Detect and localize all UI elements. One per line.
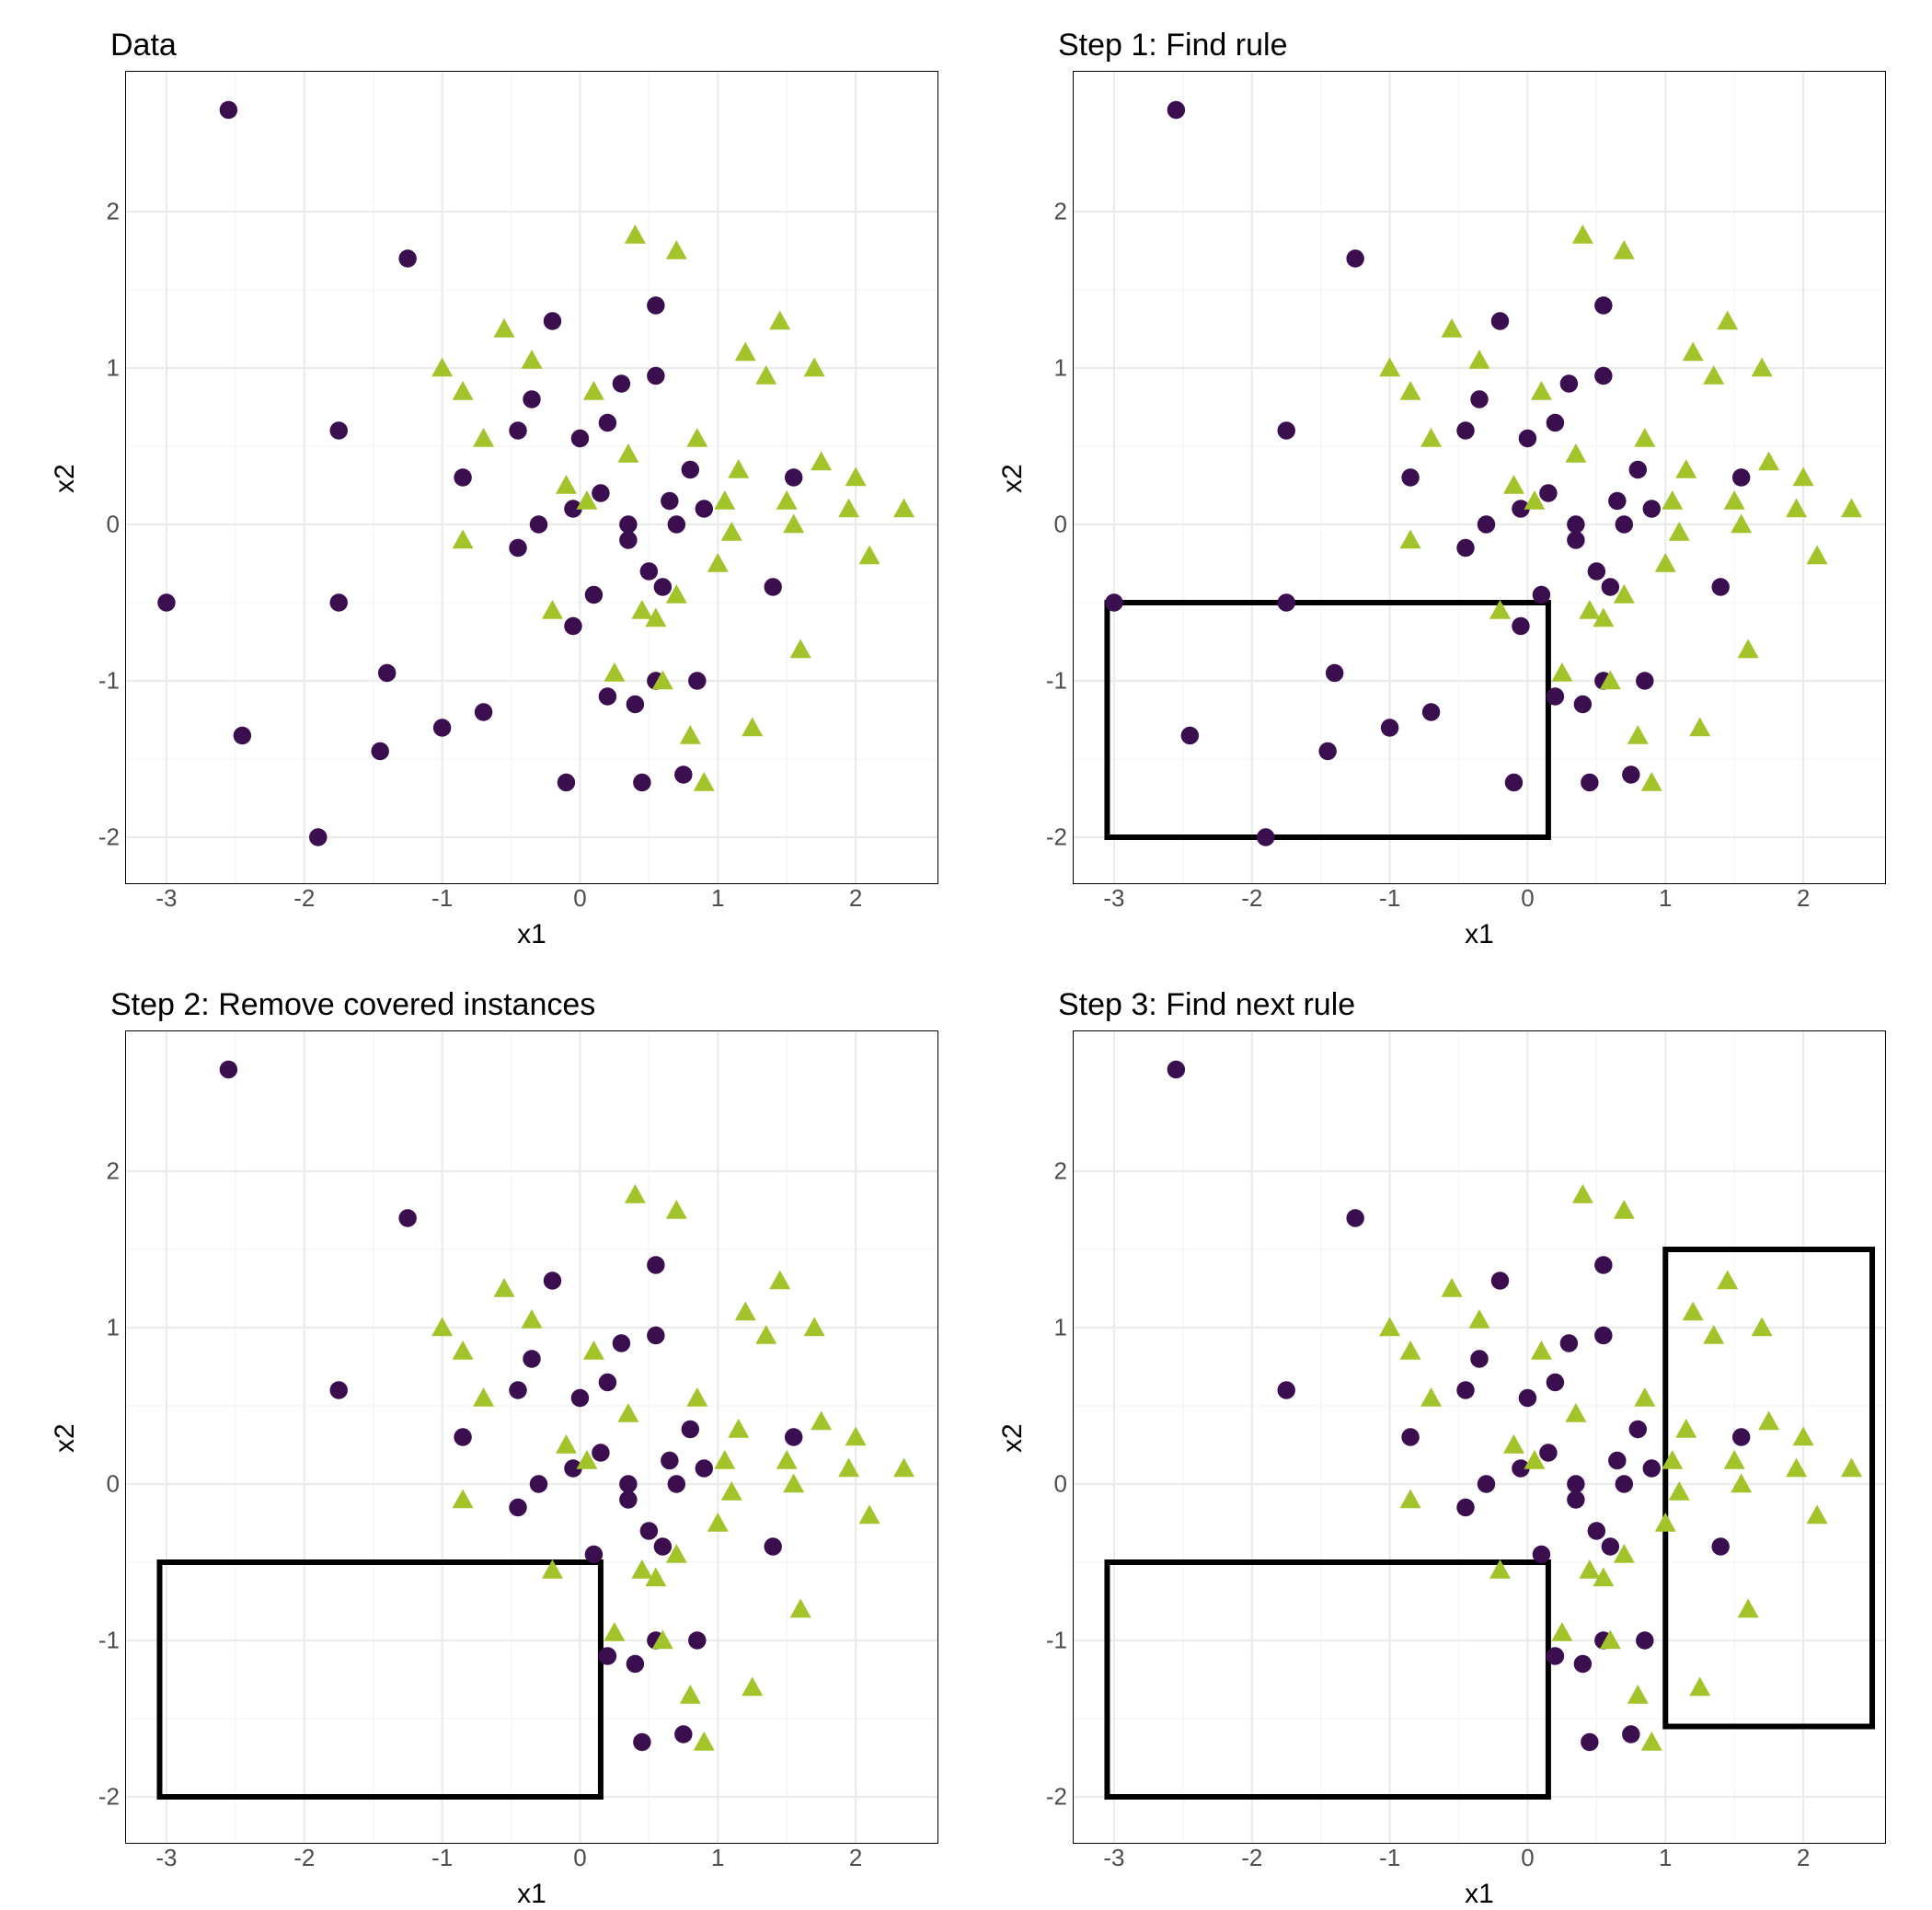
y-axis-label: x2 xyxy=(994,1030,1032,1846)
y-tick-label: 2 xyxy=(107,1156,120,1185)
x-axis-label: x1 xyxy=(1073,917,1886,950)
y-tick-label: -2 xyxy=(1046,823,1067,852)
x-tick-label: 0 xyxy=(1521,884,1534,913)
x-tick-label: 0 xyxy=(573,1844,586,1872)
panel-1: Step 1: Find rule x2 -2 -1 0 1 2 -3 -2 -1 0 1 2 x… xyxy=(994,28,1886,950)
y-tick-label: -2 xyxy=(1046,1783,1067,1812)
x-tick-label: -3 xyxy=(155,1844,177,1872)
y-tick-label: 0 xyxy=(107,1470,120,1499)
x-tick-label: 2 xyxy=(1797,884,1810,913)
x-tick-label: 1 xyxy=(711,884,724,913)
x-tick-label: -1 xyxy=(431,884,453,913)
x-tick-row: -3 -2 -1 0 1 2 xyxy=(1073,884,1886,917)
x-tick-label: -2 xyxy=(1241,1844,1262,1872)
panel-title: Data xyxy=(110,28,938,63)
y-axis-label: x2 xyxy=(46,71,85,886)
y-tick-label: 0 xyxy=(1054,511,1067,539)
y-tick-label: 1 xyxy=(107,353,120,382)
x-tick-label: 2 xyxy=(849,884,862,913)
y-tick-label: -1 xyxy=(1046,667,1067,696)
x-tick-label: -3 xyxy=(155,884,177,913)
x-tick-label: -3 xyxy=(1103,1844,1124,1872)
x-tick-label: -2 xyxy=(293,1844,315,1872)
x-tick-label: 1 xyxy=(1659,1844,1672,1872)
panel-title: Step 2: Remove covered instances xyxy=(110,987,938,1023)
y-tick-label: 1 xyxy=(107,1313,120,1341)
x-tick-label: -1 xyxy=(1379,1844,1400,1872)
y-axis-label: x2 xyxy=(994,71,1032,886)
x-axis-label: x1 xyxy=(1073,1877,1886,1910)
x-tick-row: -3 -2 -1 0 1 2 xyxy=(125,1844,938,1877)
x-tick-row: -3 -2 -1 0 1 2 xyxy=(125,884,938,917)
x-tick-label: 2 xyxy=(1797,1844,1810,1872)
plot-area xyxy=(125,1030,938,1844)
y-axis-label: x2 xyxy=(46,1030,85,1846)
x-tick-label: -1 xyxy=(1379,884,1400,913)
x-tick-label: -2 xyxy=(1241,884,1262,913)
x-axis-label: x1 xyxy=(125,1877,938,1910)
x-tick-label: -2 xyxy=(293,884,315,913)
y-tick-label: 2 xyxy=(1054,197,1067,225)
x-tick-label: 2 xyxy=(849,1844,862,1872)
panel-0: Data x2 -2 -1 0 1 2 -3 -2 -1 0 1 2 x1 xyxy=(46,28,938,950)
panel-3: Step 3: Find next rule x2 -2 -1 0 1 2 -3 -2 -1… xyxy=(994,987,1886,1910)
plot-area xyxy=(1073,1030,1886,1844)
y-tick-label: 1 xyxy=(1054,353,1067,382)
x-tick-row: -3 -2 -1 0 1 2 xyxy=(1073,1844,1886,1877)
y-tick-col: -2 -1 0 1 2 xyxy=(85,71,125,884)
plot-area xyxy=(125,71,938,884)
panel-title: Step 1: Find rule xyxy=(1058,28,1886,63)
y-tick-label: -2 xyxy=(98,1783,120,1812)
y-tick-col: -2 -1 0 1 2 xyxy=(85,1030,125,1844)
x-tick-label: 0 xyxy=(573,884,586,913)
facet-grid: Data x2 -2 -1 0 1 2 -3 -2 -1 0 1 2 x1 Step 1: Fin… xyxy=(46,28,1886,1352)
x-tick-label: 1 xyxy=(1659,884,1672,913)
y-tick-label: 2 xyxy=(1054,1156,1067,1185)
x-tick-label: -1 xyxy=(431,1844,453,1872)
y-tick-label: -2 xyxy=(98,823,120,852)
x-axis-label: x1 xyxy=(125,917,938,950)
x-tick-label: 0 xyxy=(1521,1844,1534,1872)
y-tick-label: 0 xyxy=(1054,1470,1067,1499)
y-tick-label: 2 xyxy=(107,197,120,225)
panel-title: Step 3: Find next rule xyxy=(1058,987,1886,1023)
y-tick-label: 0 xyxy=(107,511,120,539)
x-tick-label: -3 xyxy=(1103,884,1124,913)
y-tick-label: 1 xyxy=(1054,1313,1067,1341)
panel-2: Step 2: Remove covered instances x2 -2 -1… xyxy=(46,987,938,1910)
x-tick-label: 1 xyxy=(711,1844,724,1872)
plot-area xyxy=(1073,71,1886,884)
y-tick-col: -2 -1 0 1 2 xyxy=(1032,71,1073,884)
y-tick-label: -1 xyxy=(1046,1627,1067,1655)
y-tick-col: -2 -1 0 1 2 xyxy=(1032,1030,1073,1844)
y-tick-label: -1 xyxy=(98,1627,120,1655)
y-tick-label: -1 xyxy=(98,667,120,696)
